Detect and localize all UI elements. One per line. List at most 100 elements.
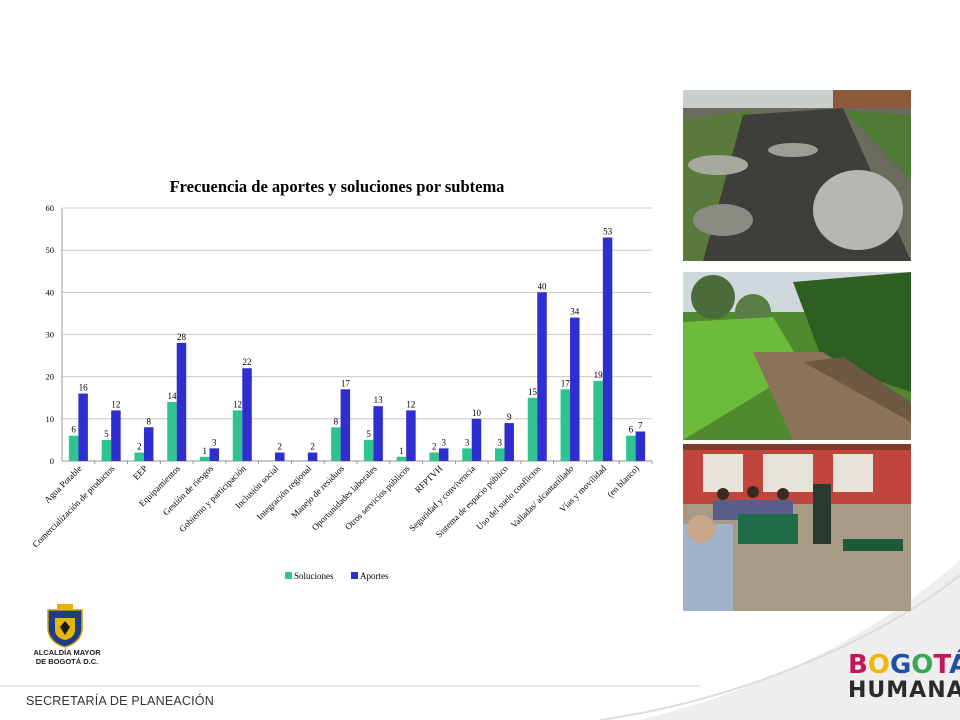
bar-soluciones (462, 448, 472, 461)
data-label-aportes: 22 (243, 357, 252, 367)
bar-soluciones (593, 380, 603, 461)
data-label-aportes: 2 (278, 442, 283, 452)
brand-letter: Á (949, 650, 960, 680)
bar-aportes (340, 389, 351, 461)
legend-label-aportes: Aportes (360, 571, 389, 581)
crest-label: ALCALDÍA MAYOR DE BOGOTÁ D.C. (22, 648, 112, 666)
x-tick-label: RFPTVH (413, 463, 445, 495)
legend-swatch-aportes (351, 572, 358, 579)
bogota-humana-logo: BOGOTÁ HUMANA (848, 650, 960, 704)
y-tick-label: 20 (46, 372, 55, 382)
bar-soluciones (363, 439, 374, 461)
data-label-soluciones: 2 (432, 442, 437, 452)
bar-aportes (143, 427, 154, 461)
data-label-aportes: 13 (374, 395, 384, 405)
data-label-soluciones: 14 (167, 391, 177, 401)
x-tick-label: Uso del suelo conflictos (474, 463, 543, 532)
data-label-soluciones: 5 (104, 429, 109, 439)
data-label-aportes: 12 (111, 399, 120, 409)
bars-layer (68, 237, 646, 461)
bar-aportes (176, 342, 187, 461)
bogota-coat-of-arms-icon (47, 604, 83, 648)
bar-aportes (275, 452, 285, 461)
brand-letter: O (867, 650, 890, 680)
brand-letter: B (848, 650, 868, 680)
data-label-aportes: 8 (146, 416, 151, 426)
data-label-soluciones: 3 (498, 437, 503, 447)
bar-aportes (209, 448, 219, 461)
y-tick-label: 60 (46, 203, 55, 213)
bar-soluciones (331, 427, 341, 461)
bar-soluciones (101, 439, 112, 461)
bar-soluciones (560, 389, 571, 461)
y-tick-label: 10 (46, 414, 55, 424)
data-label-aportes: 40 (538, 281, 548, 291)
y-tick-label: 40 (46, 287, 55, 297)
x-tick-label: Valladas/ alcantarillado (509, 463, 576, 530)
labels-layer: 616Agua Potable512Comercialización de pr… (30, 227, 643, 550)
data-label-aportes: 9 (507, 412, 512, 422)
data-label-aportes: 2 (310, 442, 315, 452)
bar-aportes (307, 452, 318, 461)
brand-line-1: BOGOTÁ (848, 650, 960, 680)
y-tick-label: 50 (46, 245, 55, 255)
x-tick-label: Otros servicios públicos (343, 463, 412, 532)
bar-aportes (242, 368, 252, 461)
bar-aportes (438, 448, 449, 461)
crest-line-2: DE BOGOTÁ D.C. (35, 657, 99, 666)
bar-aportes (504, 423, 514, 461)
bar-aportes (373, 406, 383, 461)
data-label-soluciones: 5 (366, 429, 371, 439)
bar-aportes (570, 317, 580, 461)
bar-soluciones (429, 452, 439, 461)
stream-bank-photo (683, 272, 911, 440)
bar-soluciones (527, 397, 538, 461)
bar-soluciones (68, 435, 79, 461)
department-name: SECRETARÍA DE PLANEACIÓN (26, 694, 214, 708)
data-label-soluciones: 15 (528, 387, 538, 397)
brand-letter: G (889, 650, 912, 680)
x-tick-label: EEP (131, 463, 149, 481)
data-label-aportes: 16 (79, 383, 89, 393)
data-label-soluciones: 12 (233, 399, 242, 409)
brand-line-2: HUMANA (848, 678, 960, 703)
bar-aportes (635, 431, 646, 461)
data-label-soluciones: 1 (399, 446, 404, 456)
legend-label-soluciones: Soluciones (294, 571, 334, 581)
data-label-aportes: 12 (406, 399, 415, 409)
community-meeting-photo (683, 444, 911, 611)
x-tick-label: Oportunidades laborales (310, 463, 379, 532)
data-label-soluciones: 8 (334, 416, 339, 426)
y-tick-label: 0 (50, 456, 54, 466)
bar-aportes (78, 393, 88, 461)
crest-line-1: ALCALDÍA MAYOR (33, 648, 101, 657)
brand-letter: O (911, 650, 934, 680)
data-label-aportes: 28 (177, 332, 187, 342)
bar-soluciones (167, 401, 177, 461)
data-label-aportes: 34 (570, 307, 580, 317)
data-label-soluciones: 17 (561, 378, 571, 388)
bar-soluciones (626, 435, 636, 461)
brand-letter: T (933, 650, 950, 680)
x-tick-label: (en blanco) (605, 463, 641, 499)
data-label-soluciones: 19 (594, 370, 604, 380)
data-label-aportes: 7 (638, 420, 643, 430)
data-label-soluciones: 1 (203, 446, 208, 456)
bar-aportes (406, 410, 416, 461)
data-label-soluciones: 2 (137, 442, 142, 452)
bar-soluciones (200, 456, 210, 461)
data-label-aportes: 17 (341, 378, 351, 388)
data-label-soluciones: 6 (71, 425, 76, 435)
bar-aportes (602, 237, 613, 461)
flooded-unpaved-road-photo (683, 90, 911, 261)
data-label-soluciones: 6 (629, 425, 634, 435)
legend-swatch-soluciones (285, 572, 292, 579)
data-label-aportes: 53 (603, 227, 613, 237)
chart-title: Frecuencia de aportes y soluciones por s… (170, 177, 505, 196)
bar-aportes (537, 292, 547, 461)
slide: Frecuencia de aportes y soluciones por s… (0, 0, 960, 720)
bar-aportes (471, 418, 482, 461)
data-label-aportes: 3 (441, 437, 446, 447)
bar-soluciones (232, 410, 243, 461)
bar-soluciones (396, 456, 407, 461)
